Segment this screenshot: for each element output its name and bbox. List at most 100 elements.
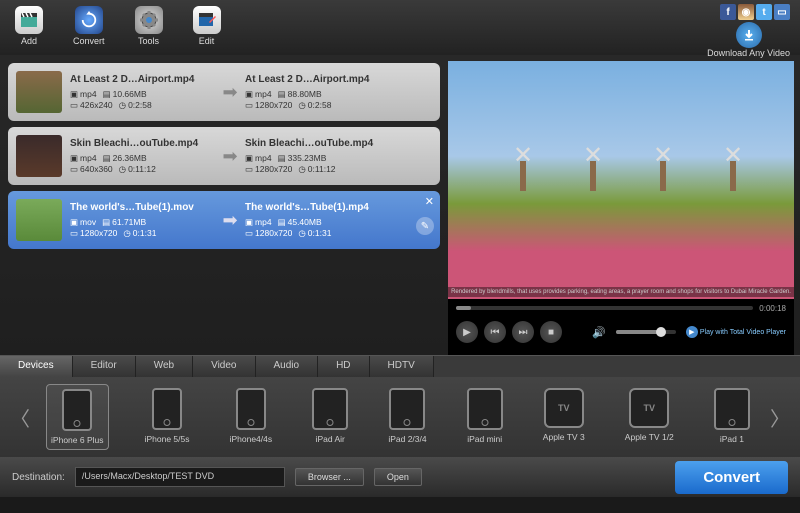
device-ipad-1[interactable]: iPad 1 [710,384,754,450]
devices-panel: 〈 iPhone 6 Plus iPhone 5/5s iPhone4/4s iPad… [0,377,800,457]
dest-filename: At Least 2 D…Airport.mp4 [245,74,390,85]
tab-devices[interactable]: Devices [0,356,73,377]
download-video-button[interactable]: Download Any Video [707,22,790,58]
tv-icon: TV [629,388,669,428]
facebook-icon[interactable]: f [720,4,736,20]
stop-button[interactable]: ■ [540,321,562,343]
preview-caption: Rendered by blendmills, that uses provid… [448,287,794,297]
device-label: iPhone4/4s [230,434,273,444]
clapperboard-icon [15,6,43,34]
prev-arrow-icon[interactable]: 〈 [10,403,30,432]
gear-icon [135,6,163,34]
format-icon: ▣ mp4 [70,89,97,100]
bottom-bar: Destination: /Users/Macx/Desktop/TEST DV… [0,457,800,497]
tab-hd[interactable]: HD [318,356,369,377]
device-label: Apple TV 1/2 [625,432,674,442]
thumbnail [16,71,62,113]
volume-slider[interactable] [616,330,676,334]
device-label: Apple TV 3 [543,432,585,442]
source-filename: At Least 2 D…Airport.mp4 [70,74,215,85]
volume-icon[interactable]: 🔊 [592,326,606,339]
tools-button[interactable]: Tools [135,6,163,49]
dest-filename: The world's…Tube(1).mp4 [245,202,390,213]
tablet-icon [389,388,425,430]
device-label: iPad mini [467,434,502,444]
device-label: iPhone 5/5s [145,434,190,444]
destination-label: Destination: [12,472,65,483]
device-ipad-air[interactable]: iPad Air [308,384,352,450]
dest-filename: Skin Bleachi…ouTube.mp4 [245,138,390,149]
device-label: iPad 2/3/4 [388,434,426,444]
refresh-icon [75,6,103,34]
device-iphone4-4s[interactable]: iPhone4/4s [226,384,277,450]
playback-controls: ▶ ⏮ ⏭ ■ 🔊 ▶Play with Total Video Player [448,317,794,347]
device-label: iPhone 6 Plus [51,435,103,445]
tab-hdtv[interactable]: HDTV [370,356,434,377]
prev-button[interactable]: ⏮ [484,321,506,343]
browse-button[interactable]: Browser ... [295,468,364,486]
tablet-icon [467,388,503,430]
tab-web[interactable]: Web [136,356,193,377]
download-icon [736,22,762,48]
device-label: iPad Air [316,434,345,444]
queue-item[interactable]: At Least 2 D…Airport.mp4 ▣ mp4▤ 10.66MB … [8,63,440,121]
pencil-icon[interactable]: ✎ [416,217,434,235]
main-area: At Least 2 D…Airport.mp4 ▣ mp4▤ 10.66MB … [0,55,800,355]
add-label: Add [21,36,37,46]
tv-icon: TV [544,388,584,428]
device-ipad-2-3-4[interactable]: iPad 2/3/4 [384,384,430,450]
tablet-icon [714,388,750,430]
source-filename: The world's…Tube(1).mov [70,202,215,213]
scrubber[interactable]: 0:00:18 [448,299,794,317]
queue-item-selected[interactable]: The world's…Tube(1).mov ▣ mov▤ 61.71MB ▭… [8,191,440,249]
device-apple-tv-1-2[interactable]: TV Apple TV 1/2 [621,384,678,450]
open-button[interactable]: Open [374,468,422,486]
convert-tool-button[interactable]: Convert [73,6,105,49]
tab-video[interactable]: Video [193,356,255,377]
convert-button[interactable]: Convert [675,461,788,494]
duration-icon: ◷ 0:2:58 [119,100,152,111]
arrow-icon: ➡ [215,146,245,167]
resolution-icon: ▭ 426x240 [70,100,113,111]
thumbnail [16,199,62,241]
tools-label: Tools [138,36,159,46]
phone-icon [236,388,266,430]
phone-icon [62,389,92,431]
conversion-queue: At Least 2 D…Airport.mp4 ▣ mp4▤ 10.66MB … [0,55,448,355]
tab-audio[interactable]: Audio [256,356,319,377]
twitter-icon[interactable]: t [756,4,772,20]
time-display: 0:00:18 [759,304,786,313]
download-label: Download Any Video [707,48,790,58]
social-icons: f ◉ t ▭ [720,4,790,20]
device-iphone-5-5s[interactable]: iPhone 5/5s [141,384,194,450]
instagram-icon[interactable]: ◉ [738,4,754,20]
edit-label: Edit [199,36,215,46]
video-preview: Rendered by blendmills, that uses provid… [448,61,794,355]
size-icon: ▤ 10.66MB [103,89,147,100]
device-iphone-6-plus[interactable]: iPhone 6 Plus [46,384,108,450]
next-button[interactable]: ⏭ [512,321,534,343]
device-ipad-mini[interactable]: iPad mini [463,384,507,450]
edit-clapper-icon [193,6,221,34]
chat-icon[interactable]: ▭ [774,4,790,20]
device-apple-tv-3[interactable]: TV Apple TV 3 [539,384,589,450]
arrow-icon: ➡ [215,82,245,103]
edit-button[interactable]: Edit [193,6,221,49]
convert-tool-label: Convert [73,36,105,46]
category-tabs: Devices Editor Web Video Audio HD HDTV [0,355,800,377]
main-toolbar: Add Convert Tools Edit f ◉ t ▭ Download … [0,0,800,55]
add-button[interactable]: Add [15,6,43,49]
arrow-icon: ➡ [215,210,245,231]
preview-frame[interactable]: Rendered by blendmills, that uses provid… [448,61,794,299]
tab-editor[interactable]: Editor [73,356,136,377]
destination-path[interactable]: /Users/Macx/Desktop/TEST DVD [75,467,285,487]
play-with-link[interactable]: ▶Play with Total Video Player [686,326,786,338]
thumbnail [16,135,62,177]
next-arrow-icon[interactable]: 〉 [770,403,790,432]
tablet-icon [312,388,348,430]
device-label: iPad 1 [720,434,744,444]
queue-item[interactable]: Skin Bleachi…ouTube.mp4 ▣ mp4▤ 26.36MB ▭… [8,127,440,185]
play-button[interactable]: ▶ [456,321,478,343]
close-icon[interactable]: ✕ [425,195,434,208]
phone-icon [152,388,182,430]
